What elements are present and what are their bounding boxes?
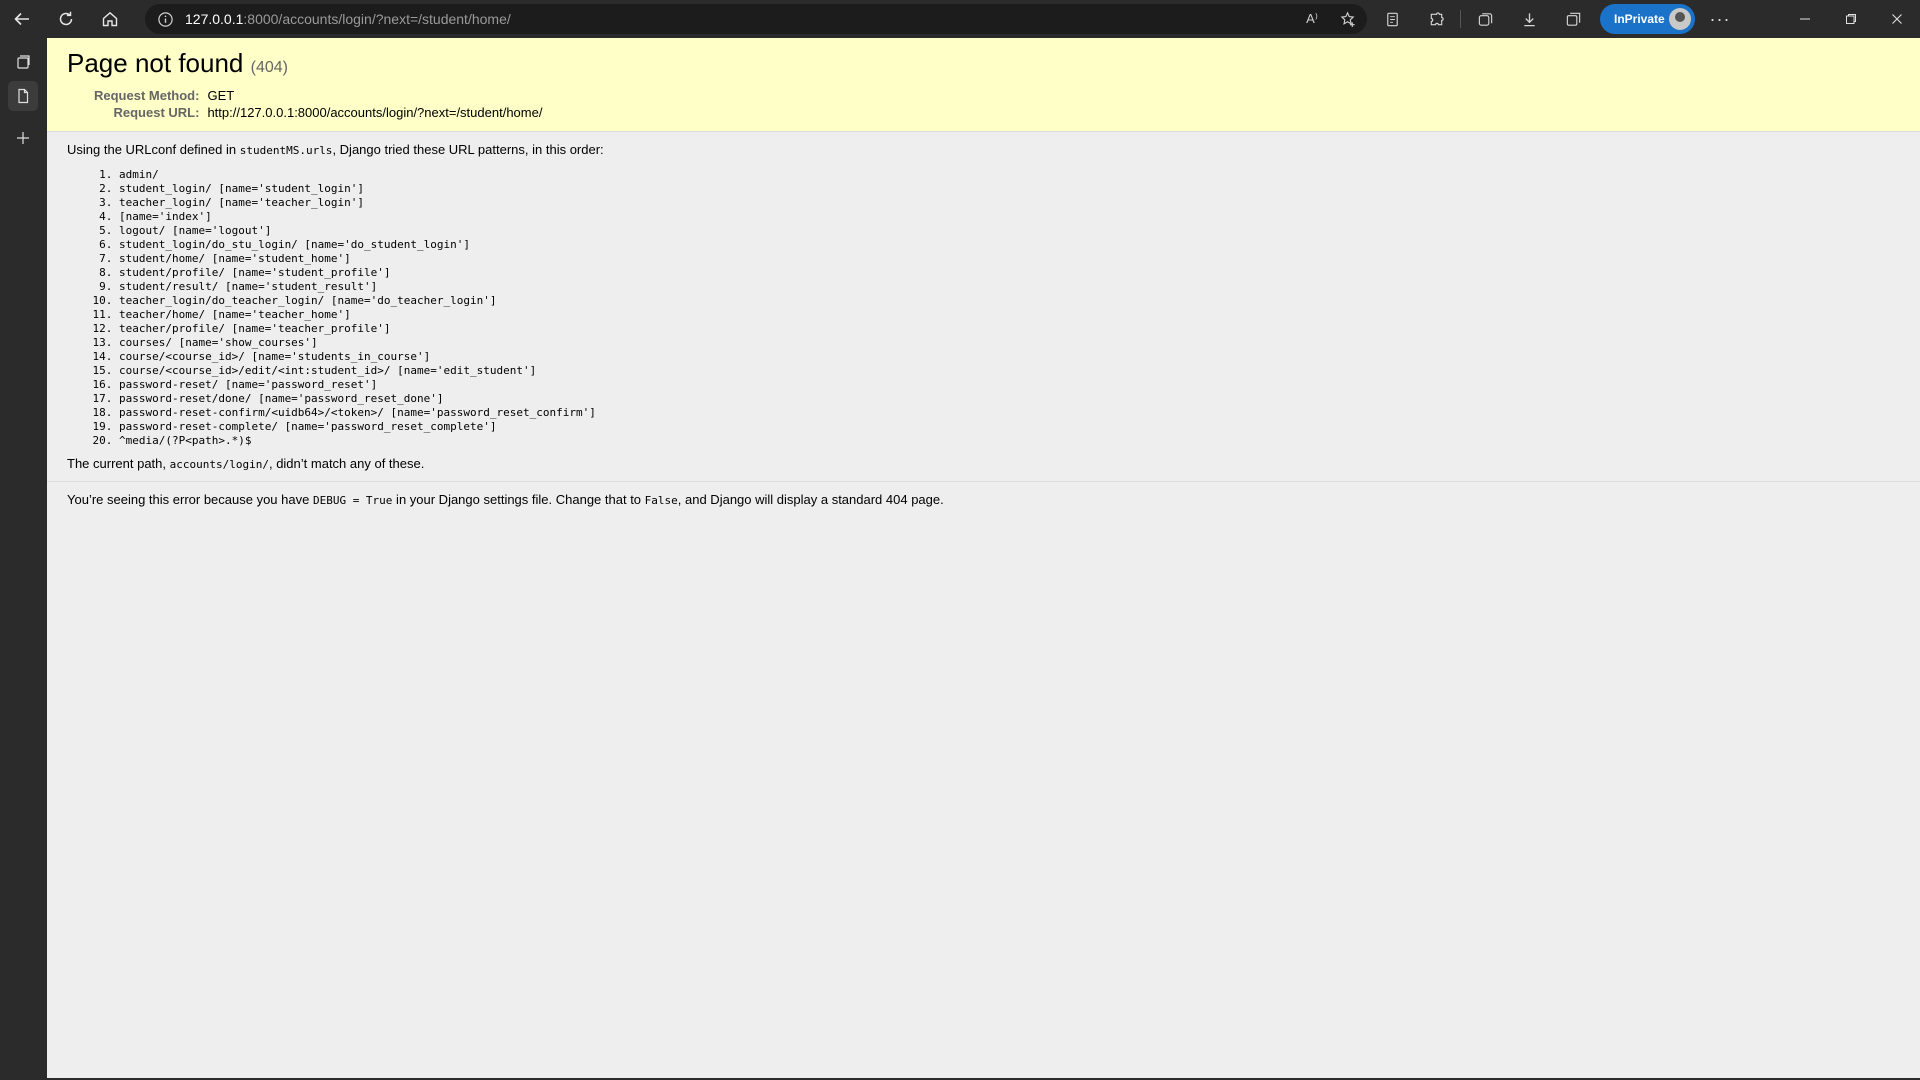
url-pattern-item: logout/ [name='logout'] bbox=[119, 224, 1900, 238]
toolbar-divider bbox=[1460, 10, 1461, 28]
url-pattern-item: [name='index'] bbox=[119, 210, 1900, 224]
url-text[interactable]: 127.0.0.1:8000/accounts/login/?next=/stu… bbox=[185, 11, 511, 27]
back-button[interactable] bbox=[0, 0, 44, 38]
url-pattern-item: teacher_login/do_teacher_login/ [name='d… bbox=[119, 294, 1900, 308]
error-info: Using the URLconf defined in studentMS.u… bbox=[47, 132, 1920, 482]
tab-actions-icon bbox=[17, 55, 30, 69]
debug-false-value: False bbox=[644, 494, 678, 507]
request-method-value: GET bbox=[207, 88, 235, 103]
url-pattern-list: admin/student_login/ [name='student_logi… bbox=[67, 168, 1900, 448]
home-button[interactable] bbox=[88, 0, 132, 38]
error-status-code: (404) bbox=[250, 59, 288, 76]
url-pattern-item: password-reset/done/ [name='password_res… bbox=[119, 392, 1900, 406]
error-title: Page not found bbox=[67, 48, 244, 78]
url-pattern-item: student/profile/ [name='student_profile'… bbox=[119, 266, 1900, 280]
restore-icon bbox=[1846, 14, 1856, 24]
debug-setting: DEBUG = True bbox=[312, 494, 393, 507]
url-pattern-item: password-reset-complete/ [name='password… bbox=[119, 420, 1900, 434]
request-url-row: Request URL: http://127.0.0.1:8000/accou… bbox=[94, 104, 543, 121]
toolbar-actions bbox=[1370, 0, 1595, 38]
url-pattern-item: course/<course_id>/ [name='students_in_c… bbox=[119, 350, 1900, 364]
url-pattern-item: teacher_login/ [name='teacher_login'] bbox=[119, 196, 1900, 210]
url-pattern-item: courses/ [name='show_courses'] bbox=[119, 336, 1900, 350]
urlconf-text: Using the URLconf defined in studentMS.u… bbox=[67, 142, 604, 157]
url-pattern-item: password-reset-confirm/<uidb64>/<token>/… bbox=[119, 406, 1900, 420]
split-screen-icon[interactable] bbox=[1370, 0, 1414, 38]
url-pattern-item: course/<course_id>/edit/<int:student_id>… bbox=[119, 364, 1900, 378]
new-tab-button[interactable] bbox=[8, 123, 38, 153]
request-url-value: http://127.0.0.1:8000/accounts/login/?ne… bbox=[207, 105, 543, 120]
error-summary: Page not found (404) Request Method: GET… bbox=[47, 38, 1920, 132]
more-options-icon[interactable]: ··· bbox=[1700, 0, 1740, 38]
home-icon bbox=[102, 11, 118, 27]
workspaces-icon[interactable] bbox=[1551, 0, 1595, 38]
request-meta-table: Request Method: GET Request URL: http://… bbox=[94, 87, 542, 121]
vertical-tabs-panel bbox=[0, 38, 47, 1080]
refresh-button[interactable] bbox=[44, 0, 88, 38]
read-aloud-icon[interactable]: A⁾ bbox=[1301, 8, 1323, 30]
debug-text: You’re seeing this error because you hav… bbox=[67, 492, 944, 507]
vertical-tab-current[interactable] bbox=[8, 81, 38, 111]
window-controls bbox=[1782, 0, 1920, 38]
close-button[interactable] bbox=[1874, 0, 1920, 38]
request-method-row: Request Method: GET bbox=[94, 87, 542, 104]
page-title: Page not found (404) bbox=[67, 48, 1900, 79]
inprivate-label: InPrivate bbox=[1614, 12, 1665, 26]
url-pattern-item: password-reset/ [name='password_reset'] bbox=[119, 378, 1900, 392]
url-pattern-item: teacher/profile/ [name='teacher_profile'… bbox=[119, 322, 1900, 336]
request-method-label: Request Method: bbox=[94, 88, 200, 103]
address-bar[interactable]: 127.0.0.1:8000/accounts/login/?next=/stu… bbox=[145, 4, 1367, 34]
plus-icon bbox=[17, 132, 29, 144]
url-pattern-item: student/home/ [name='student_home'] bbox=[119, 252, 1900, 266]
site-info-icon[interactable] bbox=[145, 11, 185, 28]
restore-button[interactable] bbox=[1828, 0, 1874, 38]
minimize-icon bbox=[1800, 18, 1810, 20]
close-icon bbox=[1892, 14, 1902, 24]
current-path: accounts/login/ bbox=[169, 458, 269, 471]
extensions-icon[interactable] bbox=[1414, 0, 1458, 38]
url-pattern-item: student_login/do_stu_login/ [name='do_st… bbox=[119, 238, 1900, 252]
inprivate-profile-button[interactable]: InPrivate bbox=[1600, 4, 1695, 34]
profile-avatar bbox=[1669, 8, 1691, 30]
url-pattern-item: student_login/ [name='student_login'] bbox=[119, 182, 1900, 196]
back-arrow-icon bbox=[14, 12, 29, 26]
current-path-text: The current path, accounts/login/, didn’… bbox=[67, 456, 425, 471]
urlconf-module: studentMS.urls bbox=[239, 144, 333, 157]
debug-explanation: You’re seeing this error because you hav… bbox=[47, 482, 1920, 517]
tab-actions-button[interactable] bbox=[8, 47, 38, 77]
minimize-button[interactable] bbox=[1782, 0, 1828, 38]
request-url-label: Request URL: bbox=[113, 105, 200, 120]
collections-icon[interactable] bbox=[1463, 0, 1507, 38]
refresh-icon bbox=[59, 11, 73, 26]
url-path: :8000/accounts/login/?next=/student/home… bbox=[243, 11, 511, 27]
url-host: 127.0.0.1 bbox=[185, 11, 244, 27]
url-pattern-item: ^media/(?P<path>.*)$ bbox=[119, 434, 1900, 448]
page-icon bbox=[18, 88, 29, 104]
url-pattern-item: teacher/home/ [name='teacher_home'] bbox=[119, 308, 1900, 322]
downloads-icon[interactable] bbox=[1507, 0, 1551, 38]
url-pattern-item: student/result/ [name='student_result'] bbox=[119, 280, 1900, 294]
add-favorite-icon[interactable] bbox=[1337, 8, 1359, 30]
url-pattern-item: admin/ bbox=[119, 168, 1900, 182]
web-page: Page not found (404) Request Method: GET… bbox=[47, 38, 1920, 1078]
